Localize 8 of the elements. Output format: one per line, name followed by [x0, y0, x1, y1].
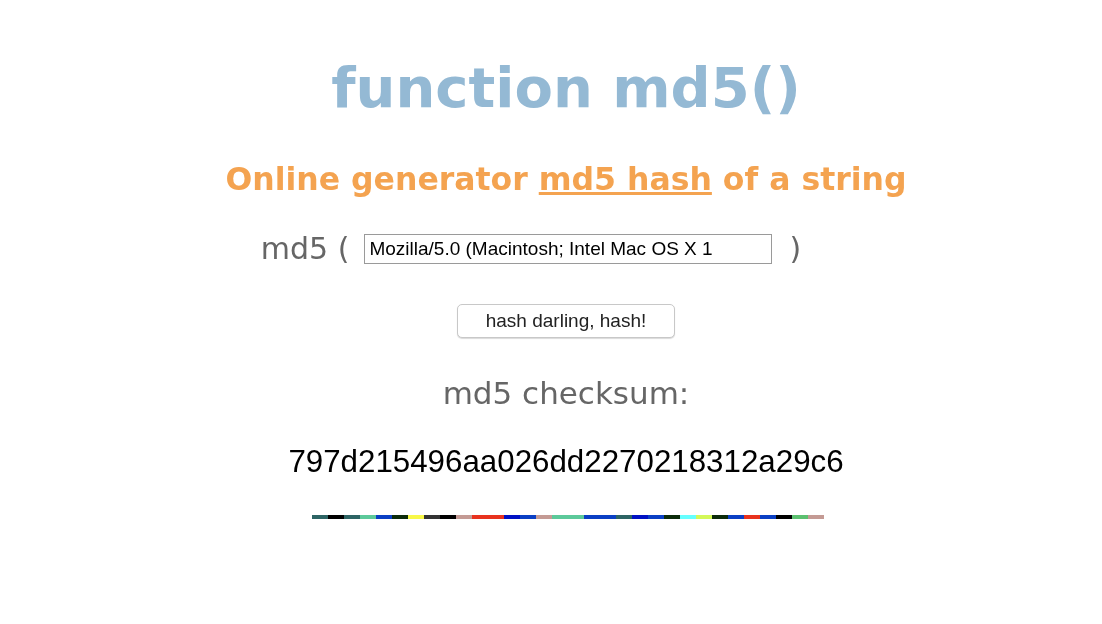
md5-prefix-label: md5 (: [260, 232, 350, 266]
page-title: function md5(): [331, 54, 801, 121]
hash-button[interactable]: hash darling, hash!: [456, 304, 676, 338]
checksum-value: 797d215496aa026dd2270218312a29c6: [288, 444, 844, 480]
subtitle: Online generator md5 hash of a string: [225, 161, 907, 198]
checksum-label: md5 checksum:: [442, 375, 690, 411]
closing-paren-label: ): [789, 232, 802, 266]
string-input[interactable]: Mozilla/5.0 (Macintosh; Intel Mac OS X 1: [364, 234, 773, 264]
